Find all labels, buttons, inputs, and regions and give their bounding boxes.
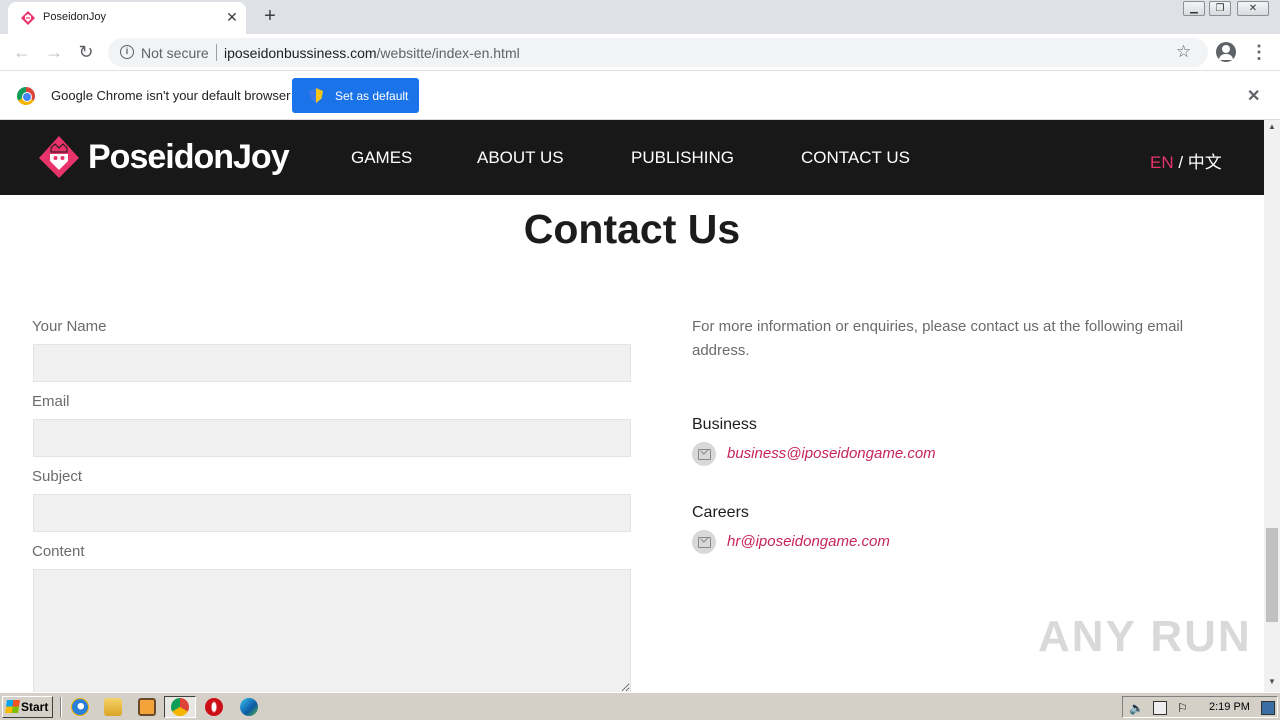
new-tab-button[interactable]: + — [260, 6, 280, 26]
default-browser-infobar: Google Chrome isn't your default browser… — [0, 71, 1280, 120]
email-input[interactable] — [33, 419, 631, 457]
set-as-default-label: Set as default — [335, 89, 409, 103]
security-label[interactable]: Not secure — [141, 45, 209, 61]
infobar-message: Google Chrome isn't your default browser — [51, 88, 291, 103]
close-window-button[interactable]: ✕ — [1237, 1, 1269, 16]
page-scrollbar[interactable]: ▲ ▼ — [1264, 120, 1280, 692]
reload-icon[interactable]: ↻ — [76, 42, 96, 62]
system-tray: 🔈 ⚐ 2:19 PM — [1122, 696, 1278, 718]
subject-input[interactable] — [33, 494, 631, 532]
browser-tab[interactable]: PoseidonJoy ✕ — [8, 2, 246, 34]
taskbar-chrome-button[interactable] — [164, 696, 196, 718]
language-switcher: EN / 中文 — [1150, 148, 1222, 173]
browser-toolbar: ← → ↻ i Not secure iposeidonbussiness.co… — [0, 34, 1280, 71]
careers-email-link[interactable]: hr@iposeidongame.com — [727, 533, 890, 550]
start-label: Start — [21, 700, 49, 714]
minimize-window-button[interactable]: ▁ — [1183, 1, 1205, 16]
omnibox-divider — [216, 44, 217, 61]
scroll-up-arrow-icon[interactable]: ▲ — [1268, 122, 1276, 131]
url-text[interactable]: iposeidonbussiness.com/websitte/index-en… — [224, 45, 520, 61]
mail-icon — [692, 442, 716, 466]
action-center-flag-icon[interactable]: ⚐ — [1177, 701, 1191, 715]
poseidonjoy-favicon-icon — [21, 11, 35, 25]
chrome-menu-icon[interactable]: ⋮ — [1250, 42, 1268, 62]
lang-separator: / — [1173, 153, 1188, 172]
info-icon[interactable]: i — [120, 45, 134, 59]
anyrun-watermark: ANY RUN — [1038, 612, 1252, 661]
scrollbar-thumb[interactable] — [1266, 528, 1278, 622]
address-bar[interactable]: i Not secure iposeidonbussiness.com/webs… — [108, 38, 1208, 67]
url-host: iposeidonbussiness.com — [224, 45, 377, 61]
chrome-logo-icon — [17, 87, 35, 105]
taskbar-divider — [60, 697, 62, 717]
chrome-icon — [171, 698, 189, 716]
uac-shield-icon — [309, 88, 323, 103]
windows-taskbar: Start 🔈 ⚐ 2:19 PM — [0, 692, 1280, 720]
volume-icon[interactable]: 🔈 — [1129, 701, 1144, 715]
lang-zh[interactable]: 中文 — [1188, 153, 1222, 172]
profile-avatar-icon[interactable] — [1216, 42, 1236, 62]
content-label: Content — [32, 543, 85, 560]
page-title: Contact Us — [523, 206, 741, 252]
site-header: PoseidonJoy GAMES ABOUT US PUBLISHING CO… — [0, 120, 1264, 195]
contact-info-text: For more information or enquiries, pleas… — [692, 318, 1184, 359]
restore-window-button[interactable]: ❐ — [1209, 1, 1231, 16]
file-explorer-icon[interactable] — [104, 698, 122, 716]
start-button[interactable]: Start — [2, 696, 53, 718]
internet-explorer-icon[interactable] — [71, 698, 89, 716]
business-heading: Business — [692, 416, 757, 433]
tab-title: PoseidonJoy — [43, 11, 106, 23]
nav-contact-us[interactable]: CONTACT US — [801, 148, 910, 168]
name-label: Your Name — [32, 318, 107, 335]
media-player-icon[interactable] — [138, 698, 156, 716]
network-icon[interactable] — [1153, 701, 1167, 715]
nav-publishing[interactable]: PUBLISHING — [631, 148, 734, 168]
nav-about-us[interactable]: ABOUT US — [477, 148, 564, 168]
business-email-link[interactable]: business@iposeidongame.com — [727, 445, 936, 462]
back-arrow-icon[interactable]: ← — [12, 42, 32, 62]
lang-en[interactable]: EN — [1150, 153, 1174, 172]
infobar-close-icon[interactable]: ✕ — [1247, 86, 1260, 106]
browser-tab-strip: PoseidonJoy ✕ + ▁ ❐ ✕ — [0, 0, 1280, 34]
poseidonjoy-logo-icon[interactable] — [38, 134, 80, 180]
forward-arrow-icon[interactable]: → — [44, 42, 64, 62]
show-desktop-icon[interactable] — [1261, 701, 1275, 715]
windows-logo-icon — [5, 700, 20, 713]
bookmark-star-icon[interactable]: ☆ — [1176, 42, 1191, 62]
email-label: Email — [32, 393, 70, 410]
brand-wordmark[interactable]: PoseidonJoy — [88, 138, 290, 177]
edge-icon[interactable] — [240, 698, 258, 716]
scroll-down-arrow-icon[interactable]: ▼ — [1268, 677, 1276, 686]
opera-icon[interactable] — [205, 698, 223, 716]
mail-icon — [692, 530, 716, 554]
subject-label: Subject — [32, 468, 83, 485]
content-textarea[interactable] — [33, 569, 631, 692]
url-path: /websitte/index-en.html — [376, 45, 520, 61]
careers-heading: Careers — [692, 504, 749, 521]
tab-close-icon[interactable]: ✕ — [224, 9, 240, 25]
taskbar-clock[interactable]: 2:19 PM — [1209, 701, 1250, 713]
name-input[interactable] — [33, 344, 631, 382]
set-as-default-button[interactable]: Set as default — [292, 78, 419, 113]
nav-games[interactable]: GAMES — [351, 148, 412, 168]
